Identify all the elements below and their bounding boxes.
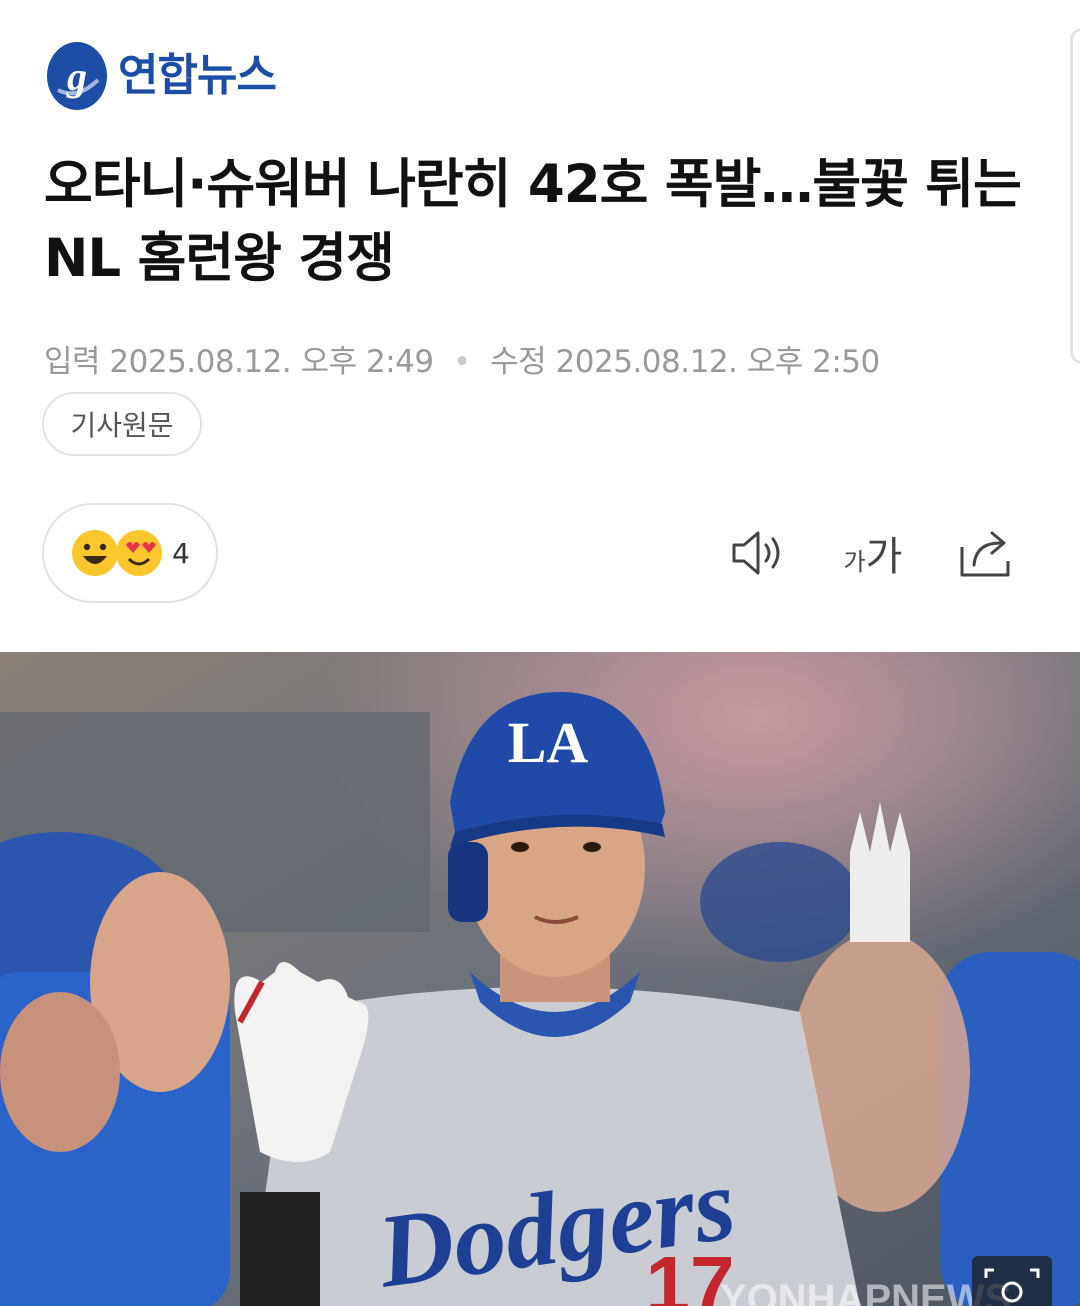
- font-size-large-label: 가: [865, 534, 903, 580]
- heart-eyes-emoji-icon: [116, 530, 162, 576]
- font-size-small-label: 가: [843, 547, 866, 576]
- yonhap-logo-icon: g: [47, 42, 107, 110]
- modified-label: 수정: [490, 344, 547, 380]
- photo-illustration: Dodgers 17 LA YONHAPNEWS: [0, 652, 1080, 1306]
- reaction-button[interactable]: 4: [42, 503, 218, 603]
- svg-text:g: g: [66, 54, 87, 99]
- speaker-icon: [732, 531, 780, 575]
- original-article-button[interactable]: 기사원문: [42, 392, 202, 456]
- modified-time: 2025.08.12. 오후 2:50: [555, 344, 881, 380]
- helmet-logo: LA: [508, 710, 589, 775]
- brand-name: 연합뉴스: [118, 50, 277, 101]
- article-photo[interactable]: Dodgers 17 LA YONHAPNEWS: [0, 652, 1080, 1306]
- brand-logo[interactable]: g 연합뉴스: [44, 40, 277, 112]
- published-time: 2025.08.12. 오후 2:49: [109, 344, 434, 380]
- published-label: 입력: [44, 344, 101, 380]
- side-panel-handle[interactable]: [1070, 28, 1080, 364]
- share-button[interactable]: [956, 522, 1018, 584]
- zoom-button[interactable]: [972, 1256, 1052, 1306]
- read-aloud-button[interactable]: [726, 522, 788, 584]
- font-size-button[interactable]: 가 가: [838, 522, 908, 584]
- zoom-icon: [984, 1268, 1040, 1303]
- meta-separator: •: [452, 344, 471, 380]
- smile-emoji-icon: [72, 530, 118, 576]
- photo-watermark: YONHAPNEWS: [720, 1277, 1011, 1306]
- article-meta: 입력 2025.08.12. 오후 2:49 • 수정 2025.08.12. …: [44, 336, 880, 381]
- reaction-count: 4: [172, 536, 190, 570]
- article-headline: 오타니·슈워버 나란히 42호 폭발…불꽃 튀는 NL 홈런왕 경쟁: [44, 154, 1022, 289]
- share-icon: [960, 531, 1010, 577]
